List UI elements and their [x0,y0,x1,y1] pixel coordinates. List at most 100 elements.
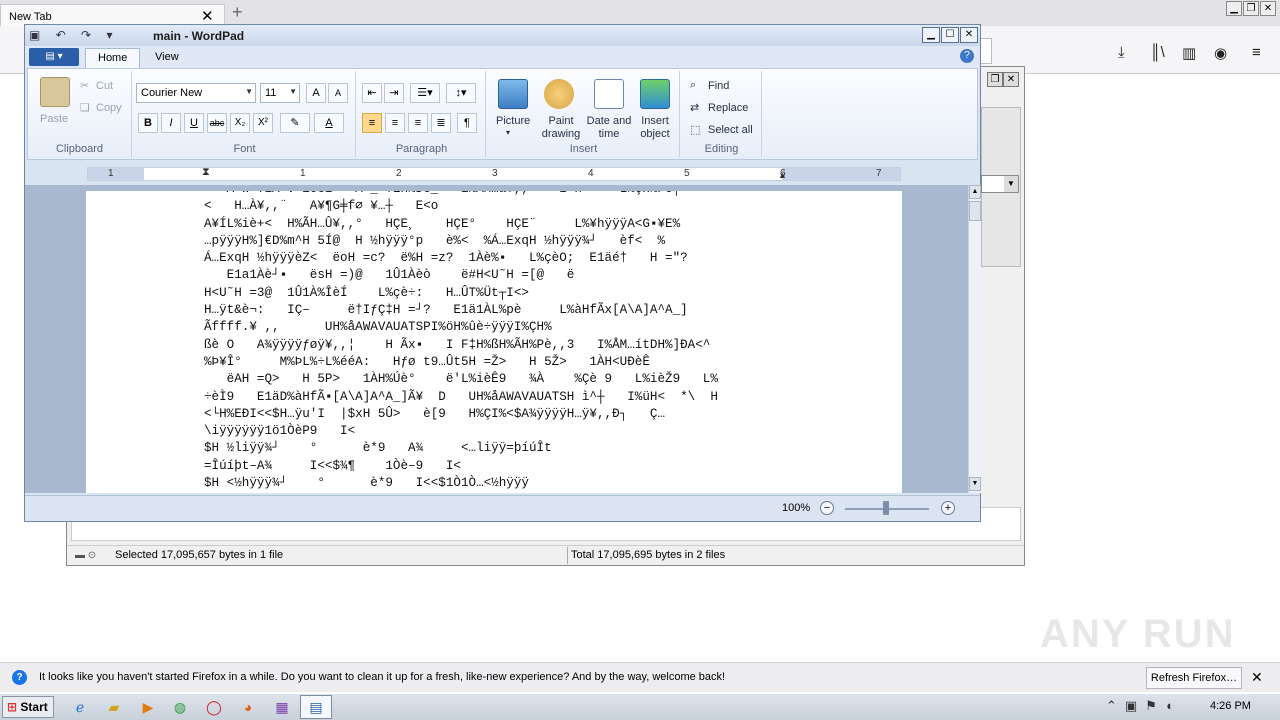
chevron-down-icon[interactable]: ▼ [1004,176,1018,192]
opera-icon[interactable]: ◯ [204,698,224,716]
group-label-insert: Insert [569,143,598,155]
archiver-restore-button[interactable]: ❐ [987,72,1003,87]
align-left-button[interactable]: ≡ [362,113,382,133]
firefox-icon[interactable]: ◕ [238,698,258,716]
firefox-minimize-button[interactable]: ▁ [1226,1,1242,16]
sidebar-icon[interactable]: ▥ [1182,44,1196,62]
paragraph-dialog-button[interactable]: ¶ [457,113,477,133]
chevron-down-icon: ▼ [289,87,297,96]
bold-button[interactable]: B [138,113,158,133]
ribbon-home: Paste ✂ Cut ❏ Copy Clipboard Courier New… [27,68,978,160]
start-label: Start [20,700,48,714]
chrome-icon[interactable]: ◍ [170,698,190,716]
font-size-value: 11 [265,87,277,99]
subscript-button[interactable]: X₂ [230,113,250,133]
increase-indent-button[interactable]: ⇥ [384,83,404,103]
shrink-font-button[interactable]: A [328,83,348,103]
quick-access-toolbar[interactable]: ▣ ↶ ↷ ▾ [29,28,118,42]
paint-drawing-button[interactable]: Paint drawing [538,115,584,141]
status-divider [567,547,568,564]
select-all-button[interactable]: Select all [708,124,753,136]
flag-icon[interactable]: ⚑ [1145,698,1165,713]
info-icon: ? [12,670,27,685]
volume-icon[interactable]: ◖ [1165,698,1181,713]
firefox-restore-button[interactable]: ❐ [1243,1,1259,16]
minimize-button[interactable]: ▁ [922,27,940,43]
wordpad-taskbar-button[interactable]: ▤ [300,695,332,719]
font-color-button[interactable]: A [314,113,344,133]
strikethrough-button[interactable]: abc [207,113,227,133]
firefox-close-button[interactable]: ✕ [1260,1,1276,16]
scroll-thumb[interactable] [969,201,981,221]
ruler[interactable]: 1 1 2 3 4 5 6 7 ⧗ ▲ [87,166,901,181]
tab-close-icon[interactable]: ✕ [201,7,214,25]
tab-view[interactable]: View [143,48,191,68]
refresh-firefox-button[interactable]: Refresh Firefox… [1146,667,1242,689]
select-all-icon: ⬚ [690,124,701,136]
tab-home[interactable]: Home [85,48,141,68]
grow-font-button[interactable]: A [306,83,326,103]
zoom-slider-thumb[interactable] [883,501,889,515]
zoom-in-button[interactable]: + [941,501,955,515]
clock[interactable]: 4:26 PM [1210,700,1251,712]
document-page[interactable]: A<w-¥ìA-v▪ìOeì~ A<_▪¥EH%Dè_< ì%AM…a¥,,» … [86,191,902,493]
anyrun-watermark: ANY RUN [1040,612,1236,656]
align-right-button[interactable]: ≡ [408,113,428,133]
italic-button[interactable]: I [161,113,181,133]
start-button[interactable]: ⊞ Start [2,696,54,718]
maximize-button[interactable]: ☐ [941,27,959,43]
highlight-button[interactable]: ✎ [280,113,310,133]
network-icon[interactable]: ▣ [1125,698,1145,713]
archiver-close-button[interactable]: ✕ [1003,72,1019,87]
date-time-button[interactable]: Date and time [586,115,632,141]
superscript-button[interactable]: X² [253,113,273,133]
ruler-number: 1 [300,168,306,179]
align-center-button[interactable]: ≡ [385,113,405,133]
decrease-indent-button[interactable]: ⇤ [362,83,382,103]
show-hidden-icons-icon[interactable]: ⌃ [1106,698,1125,713]
firefox-tab-new-tab[interactable]: New Tab ✕ [0,4,225,26]
font-size-select[interactable]: 11 ▼ [260,83,300,103]
scroll-down-button[interactable]: ▼ [969,477,981,491]
calendar-clock-icon [594,79,624,109]
file-menu-button[interactable]: ▤ ▾ [29,48,79,66]
vertical-scrollbar[interactable]: ▲ ▼ [968,185,981,493]
picture-icon [498,79,528,109]
notification-close-icon[interactable]: ✕ [1251,669,1263,686]
right-indent-marker[interactable]: ▲ [778,170,787,180]
menu-icon[interactable]: ≡ [1252,44,1261,61]
explorer-folder-icon[interactable]: ▰ [104,698,124,716]
scroll-up-button[interactable]: ▲ [969,185,981,199]
document-text[interactable]: A<w-¥ìA-v▪ìOeì~ A<_▪¥EH%Dè_< ì%AM…a¥,,» … [204,191,718,492]
ie-icon[interactable]: ℯ [70,698,90,716]
replace-button[interactable]: Replace [708,102,748,114]
bullets-button[interactable]: ☰▾ [410,83,440,103]
archiver-status-bar: ▬ ⊙ Selected 17,095,657 bytes in 1 file … [67,545,1024,565]
ribbon-tabs: ▤ ▾ Home View ? [25,46,980,68]
copy-button[interactable]: Copy [96,102,122,114]
archiver-path-combo[interactable]: ▼ [981,175,1019,193]
help-icon[interactable]: ? [960,49,974,63]
library-icon[interactable]: ║\ [1150,44,1165,61]
picture-button[interactable]: Picture [496,115,530,127]
wordpad-icon: ▤ [309,699,323,715]
line-spacing-button[interactable]: ↕▾ [446,83,476,103]
drive-icon: ▬ ⊙ [75,550,97,561]
account-icon[interactable]: ◉ [1214,44,1227,62]
winrar-icon[interactable]: ▦ [272,698,292,716]
find-button[interactable]: Find [708,80,729,92]
left-indent-marker[interactable]: ⧗ [202,166,210,179]
new-tab-button[interactable]: + [232,2,243,23]
insert-object-button[interactable]: Insert object [632,115,678,141]
font-family-value: Courier New [141,87,203,99]
paste-button[interactable]: Paste [40,113,68,125]
close-button[interactable]: ✕ [960,27,978,43]
font-family-select[interactable]: Courier New ▼ [136,83,256,103]
zoom-out-button[interactable]: − [820,501,834,515]
underline-button[interactable]: U [184,113,204,133]
justify-button[interactable]: ≣ [431,113,451,133]
ruler-number: 7 [876,168,882,179]
media-player-icon[interactable]: ▶ [138,698,158,716]
cut-button[interactable]: Cut [96,80,113,92]
download-icon[interactable]: ⤓ [1118,44,1125,61]
